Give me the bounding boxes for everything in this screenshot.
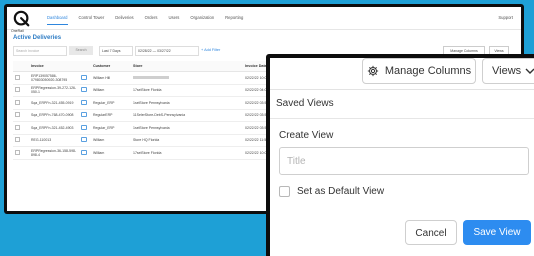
chevron-down-icon	[525, 68, 534, 74]
link-icon[interactable]	[81, 149, 87, 155]
add-filter-button[interactable]: + Add Filter	[201, 46, 220, 55]
redacted-text	[133, 76, 169, 80]
link-icon[interactable]	[81, 87, 87, 93]
row-checkbox[interactable]	[15, 74, 20, 80]
store-cell: 1selStore Pennsylvania	[131, 121, 243, 135]
divider	[270, 89, 534, 90]
row-checkbox[interactable]	[15, 137, 20, 143]
default-view-option[interactable]: Set as Default View	[279, 186, 384, 197]
tab-reporting[interactable]: Reporting	[225, 15, 243, 25]
search-button[interactable]: Search	[69, 46, 93, 55]
tab-dashboard[interactable]: Dashboard	[47, 15, 68, 25]
invoice-cell[interactable]: ERPRegression-36-158-598-898-4	[29, 146, 79, 160]
customer-cell: William	[91, 134, 131, 147]
onerail-logo-icon[interactable]	[13, 10, 31, 28]
column-header	[13, 61, 21, 72]
date-preset-select[interactable]: Last 7 Days	[99, 46, 133, 56]
link-icon[interactable]	[81, 99, 87, 105]
customer-cell: William	[91, 146, 131, 160]
create-view-label: Create View	[279, 130, 334, 141]
views-dropdown-button[interactable]: Views	[482, 58, 534, 84]
nav-tabs: Dashboard Control Tower Deliveries Order…	[47, 15, 254, 25]
store-cell: 1selStore Pennsylvania	[131, 96, 243, 110]
invoice-cell[interactable]: ERPRegression-39-272-126-050-1	[29, 84, 79, 97]
column-header-customer[interactable]: Customer	[91, 61, 131, 72]
gear-icon	[367, 65, 379, 77]
view-title-input[interactable]	[279, 147, 529, 175]
store-cell: 17selStore Florida	[131, 84, 243, 97]
invoice-cell[interactable]: Sqa_ERPFn-768-470-0908	[29, 109, 79, 122]
manage-columns-label: Manage Columns	[384, 65, 472, 77]
tab-users[interactable]: Users	[168, 15, 179, 25]
views-label: Views	[492, 65, 522, 77]
row-checkbox[interactable]	[15, 87, 20, 93]
tab-organization[interactable]: Organization	[190, 15, 214, 25]
customer-cell: William Hill	[91, 71, 131, 85]
cancel-button[interactable]: Cancel	[405, 220, 457, 245]
date-range-picker[interactable]: 02/28/22 — 03/27/22	[135, 46, 199, 56]
store-cell: Store HQ Florida	[131, 134, 243, 147]
top-navigation: OneRail Dashboard Control Tower Deliveri…	[7, 7, 521, 33]
invoice-cell[interactable]: Sqa_ERPFn-321-455-0919	[29, 96, 79, 110]
customer-cell: RegularERP	[91, 109, 131, 122]
row-checkbox[interactable]	[15, 149, 20, 155]
link-icon[interactable]	[81, 124, 87, 130]
save-view-button[interactable]: Save View	[463, 220, 531, 245]
manage-columns-button[interactable]: Manage Columns	[362, 58, 476, 84]
link-icon[interactable]	[81, 74, 87, 80]
store-cell: 17selStore Florida	[131, 146, 243, 160]
column-header	[21, 61, 29, 72]
row-checkbox[interactable]	[15, 99, 20, 105]
search-input[interactable]: Search Invoice	[13, 46, 67, 56]
support-link[interactable]: Support	[498, 15, 513, 20]
tab-deliveries[interactable]: Deliveries	[115, 15, 133, 25]
row-checkbox[interactable]	[15, 124, 20, 130]
invoice-cell[interactable]: ERP139057586-079803050920-308795	[29, 71, 79, 85]
column-header-invoice[interactable]: Invoice	[29, 61, 79, 72]
saved-views-heading: Saved Views	[276, 98, 334, 109]
store-cell	[131, 71, 243, 85]
row-checkbox[interactable]	[15, 112, 20, 118]
invoice-cell[interactable]: Sqa_ERPFn-321-452-4903	[29, 121, 79, 135]
default-view-checkbox[interactable]	[279, 186, 290, 197]
invoice-cell[interactable]: REG-110013	[29, 134, 79, 147]
link-icon[interactable]	[81, 112, 87, 118]
divider	[270, 118, 534, 119]
customer-cell: William	[91, 84, 131, 97]
customer-cell: Regular_ERP	[91, 121, 131, 135]
column-header	[79, 61, 91, 72]
link-icon[interactable]	[81, 137, 87, 143]
default-view-label[interactable]: Set as Default View	[297, 186, 384, 197]
saved-views-modal: Manage Columns Views Saved Views Create …	[270, 58, 534, 256]
store-cell: 11SelerStore-DebS-Pennsylvania	[131, 109, 243, 122]
tab-control-tower[interactable]: Control Tower	[79, 15, 105, 25]
customer-cell: Regular_ERP	[91, 96, 131, 110]
page-title: Active Deliveries	[13, 35, 62, 41]
column-header-store[interactable]: Store	[131, 61, 243, 72]
tab-orders[interactable]: Orders	[145, 15, 158, 25]
logo-text: OneRail	[11, 29, 24, 33]
